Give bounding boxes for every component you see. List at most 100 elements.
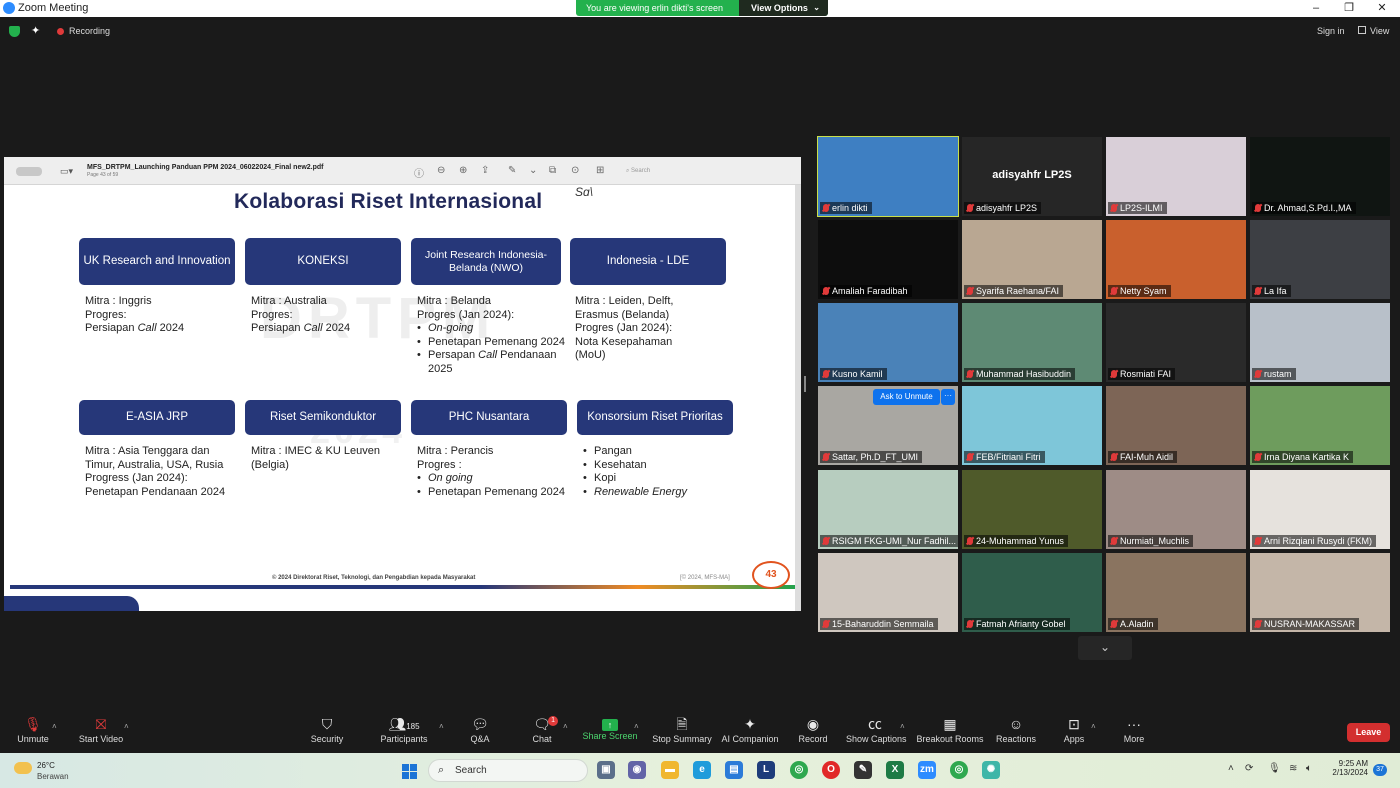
participant-tile[interactable]: erlin dikti bbox=[817, 136, 959, 217]
participant-tile[interactable]: RSIGM FKG-UMI_Nur Fadhil... bbox=[818, 470, 958, 549]
weather-description[interactable]: Berawan bbox=[37, 772, 69, 781]
sign-in-link[interactable]: Sign in bbox=[1317, 26, 1345, 36]
participant-tile[interactable]: 24-Muhammad Yunus bbox=[962, 470, 1102, 549]
participant-tile[interactable]: La Ifa bbox=[1250, 220, 1390, 299]
audio-options-caret[interactable]: ˄ bbox=[52, 722, 57, 731]
gallery-next-page-button[interactable]: ⌄ bbox=[1078, 636, 1132, 660]
zoom-in-icon[interactable]: ⊕ bbox=[459, 165, 467, 176]
microsoft-store-icon[interactable]: ▤ bbox=[725, 761, 743, 779]
split-view-handle[interactable] bbox=[804, 376, 806, 392]
taskbar-clock[interactable]: 9:25 AM 2/13/2024 bbox=[1328, 759, 1368, 777]
view-grid-icon[interactable] bbox=[1358, 26, 1366, 34]
chat-button[interactable]: 🗨︎ Chat 1 bbox=[528, 712, 558, 753]
notes-app-icon[interactable]: ✎ bbox=[854, 761, 872, 779]
unmute-button[interactable]: 🎙︎ Unmute bbox=[10, 712, 56, 753]
participant-tile[interactable]: 15-Baharuddin Semmaila bbox=[818, 553, 958, 632]
teams-chat-icon[interactable]: ◉ bbox=[628, 761, 646, 779]
participant-tile[interactable]: Muhammad Hasibuddin bbox=[962, 303, 1102, 382]
sidebar-toggle-button[interactable] bbox=[16, 167, 42, 176]
info-icon[interactable]: ⓘ bbox=[414, 165, 424, 180]
weather-temperature[interactable]: 26°C bbox=[37, 761, 55, 770]
share-screen-button[interactable]: ↑ Share Screen bbox=[582, 712, 638, 753]
participant-tile[interactable]: Netty Syam bbox=[1106, 220, 1246, 299]
chrome-icon[interactable]: ◎ bbox=[790, 761, 808, 779]
participant-tile[interactable]: rustam bbox=[1250, 303, 1390, 382]
annotate-icon[interactable]: ⊙ bbox=[571, 165, 579, 176]
wifi-icon[interactable]: ≋ bbox=[1289, 763, 1297, 774]
chevron-down-icon[interactable]: ⌄ bbox=[529, 165, 537, 176]
ai-companion-icon[interactable]: ✦ bbox=[31, 24, 40, 37]
apps-button[interactable]: ⊡ Apps bbox=[1062, 712, 1086, 753]
task-view-icon[interactable]: ▣ bbox=[597, 761, 615, 779]
participant-tile[interactable]: LP2S-ILMI bbox=[1106, 137, 1246, 216]
share-icon[interactable]: ⇪ bbox=[481, 165, 489, 176]
participant-tile[interactable]: Nurmiati_Muchlis bbox=[1106, 470, 1246, 549]
apps-caret[interactable]: ˄ bbox=[1091, 722, 1096, 731]
participant-tile[interactable]: adisyahfr LP2S adisyahfr LP2S bbox=[962, 137, 1102, 216]
close-button[interactable]: ✕ bbox=[1365, 0, 1399, 17]
pdf-search-input[interactable]: ⌕ Search bbox=[618, 165, 728, 178]
zoom-out-icon[interactable]: ⊖ bbox=[437, 165, 445, 176]
record-button[interactable]: ◉ Record bbox=[798, 712, 828, 753]
security-shield-icon[interactable] bbox=[9, 26, 20, 37]
chat-caret[interactable]: ˄ bbox=[563, 722, 568, 731]
recording-dot-icon bbox=[57, 28, 64, 35]
participant-tile[interactable]: Amaliah Faradibah bbox=[818, 220, 958, 299]
weather-cloud-icon[interactable] bbox=[14, 762, 32, 774]
share-caret[interactable]: ˄ bbox=[634, 722, 639, 731]
participants-button[interactable]: 👥︎185 Participants bbox=[378, 712, 430, 753]
participant-tile[interactable]: Irna Diyana Kartika K bbox=[1250, 386, 1390, 465]
participant-tile[interactable]: Sattar, Ph.D_FT_UMI Ask to Unmute ··· bbox=[818, 386, 958, 465]
participant-tile[interactable]: NUSRAN-MAKASSAR bbox=[1250, 553, 1390, 632]
form-icon[interactable]: ⊞ bbox=[596, 165, 604, 176]
participant-tile[interactable]: Fatmah Afrianty Gobel bbox=[962, 553, 1102, 632]
security-button[interactable]: ⛉ Security bbox=[307, 712, 347, 753]
participant-tile[interactable]: Dr. Ahmad,S.Pd.I.,MA bbox=[1250, 137, 1390, 216]
markup-pen-icon[interactable]: ✎ bbox=[508, 165, 516, 176]
recording-label[interactable]: Recording bbox=[69, 26, 110, 36]
participant-more-button[interactable]: ··· bbox=[941, 389, 955, 405]
ask-to-unmute-button[interactable]: Ask to Unmute bbox=[873, 389, 940, 405]
opera-icon[interactable]: O bbox=[822, 761, 840, 779]
captions-caret[interactable]: ˄ bbox=[900, 722, 905, 731]
zoom-taskbar-icon[interactable]: zm bbox=[918, 761, 936, 779]
volume-icon[interactable]: 🔈︎ bbox=[1306, 763, 1312, 774]
participant-tile[interactable]: FAI-Muh Aidil bbox=[1106, 386, 1246, 465]
microphone-tray-icon[interactable]: 🎙︎ bbox=[1268, 763, 1281, 774]
minimize-button[interactable]: – bbox=[1299, 0, 1333, 17]
view-mode-icon[interactable]: ▭▾ bbox=[60, 166, 73, 177]
maximize-button[interactable]: ❐ bbox=[1332, 0, 1366, 17]
chrome-profile-icon[interactable]: ◎ bbox=[950, 761, 968, 779]
participant-tile[interactable]: A.Aladin bbox=[1106, 553, 1246, 632]
leave-button[interactable]: Leave bbox=[1347, 723, 1390, 742]
stop-summary-button[interactable]: 🗎︎ Stop Summary bbox=[650, 712, 714, 753]
video-options-caret[interactable]: ˄ bbox=[124, 722, 129, 731]
participant-tile[interactable]: FEB/Fitriani Fitri bbox=[962, 386, 1102, 465]
more-button[interactable]: ··· More bbox=[1122, 712, 1146, 753]
show-captions-button[interactable]: ㏄ Show Captions bbox=[846, 712, 907, 753]
breakout-rooms-button[interactable]: ▦ Breakout Rooms bbox=[916, 712, 984, 753]
reactions-button[interactable]: ☺︎ Reactions bbox=[996, 712, 1036, 753]
sync-icon[interactable]: ⟳ bbox=[1245, 763, 1253, 774]
tray-chevron-icon[interactable]: ˄ bbox=[1228, 763, 1234, 774]
app-l-icon[interactable]: L bbox=[757, 761, 775, 779]
file-explorer-icon[interactable]: ▬ bbox=[661, 761, 679, 779]
edge-browser-icon[interactable]: e bbox=[693, 761, 711, 779]
pdf-scrollbar[interactable] bbox=[795, 185, 801, 611]
participant-tile[interactable]: Arni Rizqiani Rusydi (FKM) bbox=[1250, 470, 1390, 549]
participant-tile[interactable]: Kusno Kamil bbox=[818, 303, 958, 382]
qa-button[interactable]: 💬︎ Q&A bbox=[465, 712, 495, 753]
windows-start-icon[interactable] bbox=[402, 764, 417, 779]
taskbar-search-box[interactable]: ⌕ Search bbox=[428, 759, 588, 782]
participants-caret[interactable]: ˄ bbox=[439, 722, 444, 731]
view-button[interactable]: View bbox=[1370, 26, 1389, 36]
notification-badge[interactable]: 37 bbox=[1373, 764, 1387, 776]
view-options-button[interactable]: View Options ⌄ bbox=[739, 0, 828, 16]
window-icon[interactable]: ⧉ bbox=[549, 165, 556, 176]
participant-tile[interactable]: Syarifa Raehana/FAI bbox=[962, 220, 1102, 299]
ai-companion-button[interactable]: ✦ AI Companion bbox=[720, 712, 780, 753]
app-globe-icon[interactable]: ✺ bbox=[982, 761, 1000, 779]
excel-icon[interactable]: X bbox=[886, 761, 904, 779]
start-video-button[interactable]: ⛝ Start Video bbox=[75, 712, 127, 753]
participant-tile[interactable]: Rosmiati FAI bbox=[1106, 303, 1246, 382]
